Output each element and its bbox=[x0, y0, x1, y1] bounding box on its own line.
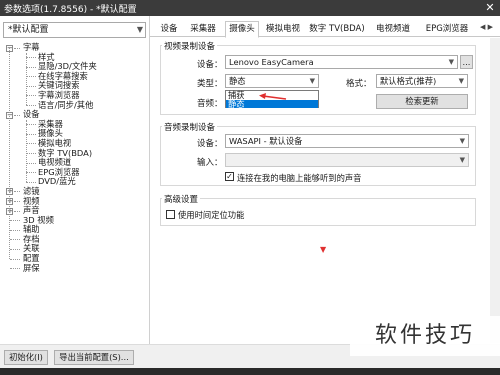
tree-connector bbox=[14, 114, 20, 116]
loopback-checkbox[interactable]: ✓ bbox=[225, 172, 234, 181]
audio-label: 音频： bbox=[197, 99, 223, 109]
audio-device-select[interactable]: WASAPI - 默认设备 ▼ bbox=[225, 134, 469, 148]
red-triangle-icon: ▼ bbox=[320, 245, 327, 254]
format-label: 格式： bbox=[346, 79, 372, 89]
tree-item[interactable]: 数字 TV(BDA) bbox=[2, 148, 148, 159]
advanced-group-title: 高级设置 bbox=[162, 193, 201, 205]
tab-scroll-icon[interactable]: ◀ ▶ bbox=[480, 23, 493, 31]
tree-connector bbox=[26, 105, 36, 107]
title-bar: 参数选项(1.7.8556) - *默认配置 ✕ bbox=[0, 0, 500, 16]
tab-5[interactable]: 电视频道 bbox=[371, 22, 415, 37]
refresh-button[interactable]: 检索更新 bbox=[376, 94, 468, 109]
tree-item-label: 语言/同步/其他 bbox=[38, 99, 94, 110]
tree-connector bbox=[10, 239, 20, 241]
chevron-down-icon: ▼ bbox=[309, 77, 315, 85]
taskbar-strip bbox=[0, 368, 500, 375]
audio-device-value: WASAPI - 默认设备 bbox=[229, 136, 303, 146]
audio-device-label: 设备： bbox=[197, 139, 223, 149]
annotation-arrow-icon bbox=[259, 93, 287, 100]
tree-guide-line bbox=[9, 48, 10, 260]
type-value: 静态 bbox=[229, 76, 246, 86]
window-title: 参数选项(1.7.8556) - *默认配置 bbox=[4, 5, 137, 15]
tree-connector bbox=[10, 248, 20, 250]
preset-select[interactable]: *默认配置 ▼ bbox=[3, 22, 146, 38]
left-pane: *默认配置 ▼ − 字幕 样式 显隐/3D/文件夹 在线字幕搜索 关键词搜索 字幕浏览器 语言… bbox=[0, 16, 150, 344]
video-device-select[interactable]: Lenovo EasyCamera ▼ bbox=[225, 55, 458, 69]
input-label: 输入： bbox=[197, 158, 223, 168]
tab-1[interactable]: 采集器 bbox=[186, 22, 220, 37]
type-label: 类型： bbox=[197, 79, 223, 89]
tab-4[interactable]: 数字 TV(BDA) bbox=[307, 22, 367, 37]
chevron-down-icon: ▼ bbox=[458, 77, 464, 85]
chevron-down-icon: ▼ bbox=[459, 137, 465, 145]
tree-connector bbox=[26, 162, 36, 164]
close-icon[interactable]: ✕ bbox=[480, 0, 500, 16]
preset-value: *默认配置 bbox=[8, 25, 49, 35]
tree-connector bbox=[26, 57, 36, 59]
browse-button[interactable]: ... bbox=[460, 55, 473, 69]
chevron-down-icon: ▼ bbox=[459, 156, 465, 164]
tree-guide-line bbox=[26, 52, 27, 106]
tree-item-label: DVD/蓝光 bbox=[38, 176, 76, 187]
tree-item-label: 屏保 bbox=[23, 262, 40, 273]
watermark: 软件技巧 bbox=[350, 316, 500, 356]
init-button[interactable]: 初始化(I) bbox=[4, 350, 48, 365]
tree-connector bbox=[26, 66, 36, 68]
tree-item[interactable]: 摄像头 bbox=[2, 129, 148, 139]
loopback-label: 连接在我的电脑上能够听到的声音 bbox=[237, 173, 362, 183]
export-config-button[interactable]: 导出当前配置(S)... bbox=[54, 350, 134, 365]
tab-bar: 设备 采集器 摄像头 模拟电视 数字 TV(BDA) 电视频道 EPG浏览器 ◀ ▶ bbox=[150, 21, 500, 38]
video-group-title: 视频录制设备 bbox=[162, 40, 218, 52]
timeshift-checkbox[interactable] bbox=[166, 210, 175, 219]
tree-connector bbox=[10, 258, 20, 260]
video-device-label: 设备： bbox=[197, 60, 223, 70]
video-device-value: Lenovo EasyCamera bbox=[229, 57, 314, 67]
tree-connector bbox=[26, 85, 36, 87]
chevron-down-icon: ▼ bbox=[448, 58, 454, 66]
tree-connector bbox=[26, 124, 36, 126]
tree-connector bbox=[14, 201, 20, 202]
format-select[interactable]: 默认格式(推荐) ▼ bbox=[376, 74, 468, 88]
tree-connector bbox=[10, 229, 20, 231]
tree-item[interactable]: − 字幕 bbox=[2, 42, 148, 53]
chevron-down-icon: ▼ bbox=[136, 25, 143, 34]
tree-connector bbox=[26, 153, 36, 155]
type-select[interactable]: 静态 ▼ bbox=[225, 74, 319, 88]
input-select[interactable]: ▼ bbox=[225, 153, 469, 167]
format-value: 默认格式(推荐) bbox=[380, 76, 437, 86]
tab-6[interactable]: EPG浏览器 bbox=[418, 22, 476, 37]
tree-connector bbox=[26, 172, 36, 174]
audio-group-title: 音频录制设备 bbox=[162, 121, 218, 133]
tab-2[interactable]: 摄像头 bbox=[225, 21, 259, 38]
tree-item[interactable]: 屏保 bbox=[2, 262, 148, 274]
tree-connector bbox=[26, 95, 36, 97]
tree-connector bbox=[26, 76, 36, 78]
tree-item[interactable]: 采集器 bbox=[2, 119, 148, 130]
tree-connector bbox=[26, 133, 36, 135]
tree-connector bbox=[10, 268, 20, 270]
tab-3[interactable]: 模拟电视 bbox=[263, 22, 303, 37]
tree-guide-line bbox=[26, 119, 27, 183]
tree-connector bbox=[14, 191, 20, 193]
timeshift-label: 使用时间定位功能 bbox=[178, 210, 245, 220]
tree-connector bbox=[10, 220, 20, 222]
settings-tree: − 字幕 样式 显隐/3D/文件夹 在线字幕搜索 关键词搜索 字幕浏览器 语言/同步/其他 − 设… bbox=[2, 42, 148, 274]
tree-connector bbox=[14, 210, 20, 212]
tree-connector bbox=[26, 143, 36, 145]
tree-connector bbox=[26, 181, 36, 183]
vertical-scrollbar[interactable] bbox=[490, 38, 500, 343]
tree-connector bbox=[14, 47, 20, 49]
tree-item[interactable]: − 设备 bbox=[2, 110, 148, 120]
tab-0[interactable]: 设备 bbox=[158, 22, 180, 37]
